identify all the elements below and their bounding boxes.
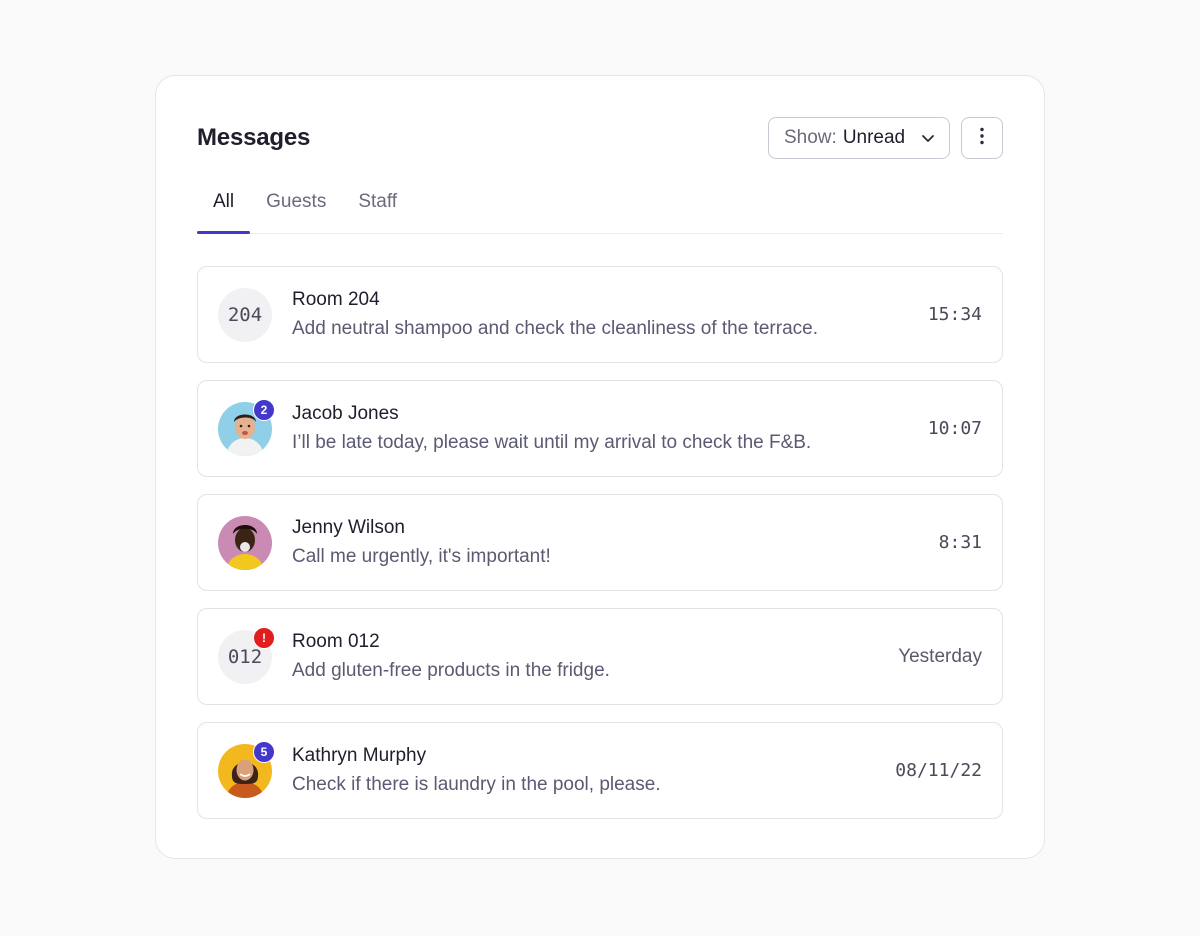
messages-card: Messages Show: Unread All Guests Staff 2…	[155, 75, 1045, 859]
message-list: 204 Room 204 Add neutral shampoo and che…	[197, 266, 1003, 836]
message-tabs: All Guests Staff	[197, 188, 1003, 234]
message-item-room-204[interactable]: 204 Room 204 Add neutral shampoo and che…	[197, 266, 1003, 363]
avatar: 2	[218, 398, 275, 456]
message-item-jacob-jones[interactable]: 2 Jacob Jones I’ll be late today, please…	[197, 380, 1003, 477]
filter-label: Show:	[784, 127, 837, 148]
page-title: Messages	[197, 124, 311, 151]
message-time: 10:07	[927, 418, 982, 439]
message-time: Yesterday	[898, 645, 982, 667]
message-body: Kathryn Murphy Check if there is laundry…	[292, 745, 895, 796]
message-body: Room 204 Add neutral shampoo and check t…	[292, 289, 928, 340]
message-time: 8:31	[938, 532, 982, 553]
more-vertical-icon	[979, 126, 985, 151]
tab-all[interactable]: All	[197, 188, 251, 234]
user-photo-avatar	[218, 515, 272, 570]
alert-badge: !	[253, 626, 275, 649]
message-preview: Add neutral shampoo and check the cleanl…	[292, 318, 818, 339]
avatar: 204	[218, 287, 272, 342]
show-filter-select[interactable]: Show: Unread	[768, 117, 950, 159]
sender-name: Kathryn Murphy	[292, 745, 427, 766]
unread-count-badge: 5	[253, 740, 275, 763]
tab-guests[interactable]: Guests	[250, 188, 342, 233]
sender-name: Jacob Jones	[292, 403, 399, 424]
avatar: 012 !	[218, 626, 275, 684]
more-options-button[interactable]	[961, 117, 1003, 159]
avatar: 5	[218, 740, 275, 798]
message-time: 08/11/22	[895, 760, 982, 781]
sender-name: Room 012	[292, 631, 380, 652]
message-time: 15:34	[927, 304, 982, 325]
message-preview: Call me urgently, it's important!	[292, 546, 551, 567]
unread-count-badge: 2	[253, 398, 275, 421]
header-controls: Show: Unread	[768, 117, 1003, 159]
filter-value: Unread	[842, 127, 906, 148]
avatar	[218, 515, 272, 570]
message-body: Jacob Jones I’ll be late today, please w…	[292, 403, 928, 454]
card-header: Messages Show: Unread	[197, 117, 1003, 159]
tab-staff[interactable]: Staff	[342, 188, 413, 233]
message-preview: I’ll be late today, please wait until my…	[292, 432, 812, 453]
message-item-room-012[interactable]: 012 ! Room 012 Add gluten-free products …	[197, 608, 1003, 705]
room-number-avatar: 204	[218, 287, 272, 342]
message-item-jenny-wilson[interactable]: Jenny Wilson Call me urgently, it's impo…	[197, 494, 1003, 591]
chevron-down-icon	[919, 129, 937, 147]
message-body: Jenny Wilson Call me urgently, it's impo…	[292, 517, 939, 568]
sender-name: Room 204	[292, 289, 380, 310]
message-preview: Add gluten-free products in the fridge.	[292, 660, 610, 681]
message-preview: Check if there is laundry in the pool, p…	[292, 774, 661, 795]
message-item-kathryn-murphy[interactable]: 5 Kathryn Murphy Check if there is laund…	[197, 722, 1003, 819]
sender-name: Jenny Wilson	[292, 517, 405, 538]
message-body: Room 012 Add gluten-free products in the…	[292, 631, 898, 682]
